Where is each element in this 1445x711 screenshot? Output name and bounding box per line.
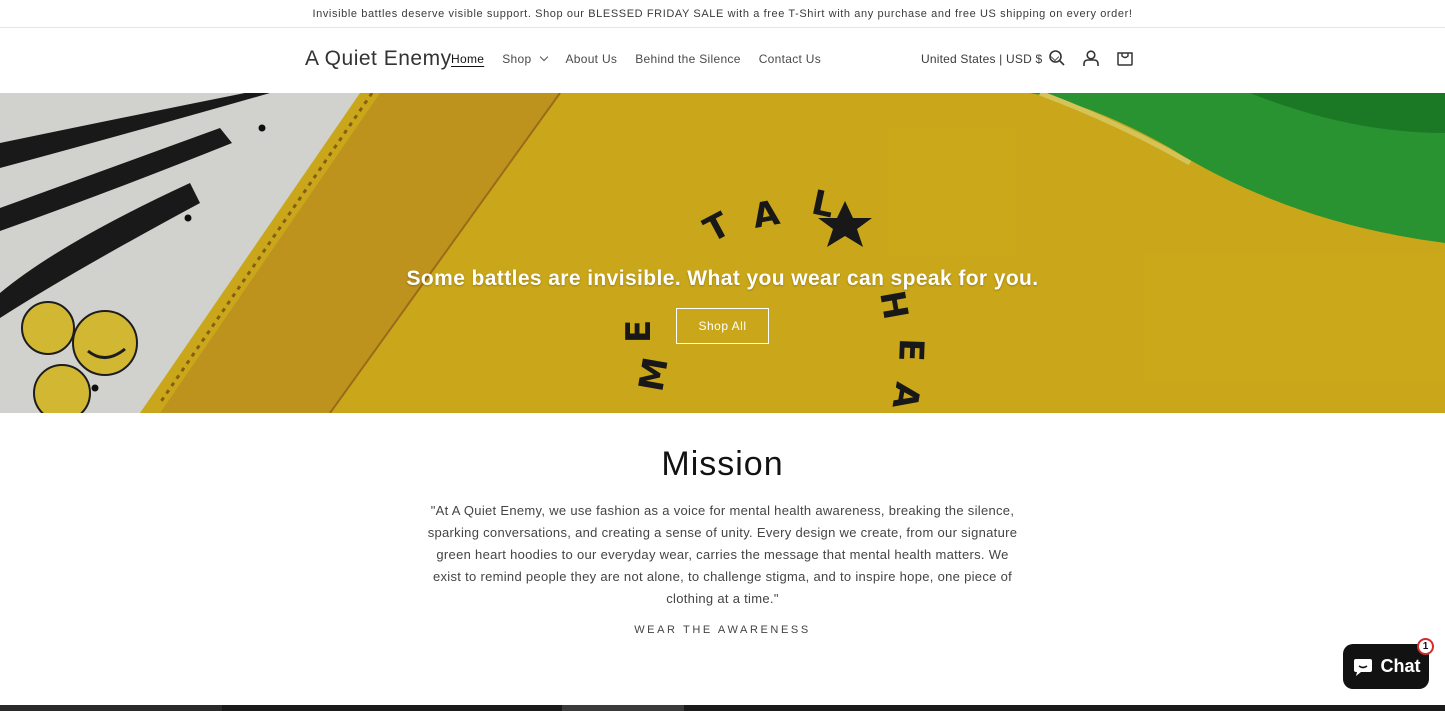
nav-item-behind-the-silence[interactable]: Behind the Silence <box>626 52 749 66</box>
nav-item-label: Behind the Silence <box>635 52 741 66</box>
mission-section: Mission "At A Quiet Enemy, we use fashio… <box>0 413 1445 638</box>
search-icon[interactable] <box>1046 46 1067 70</box>
nav-item-label: Contact Us <box>758 52 822 66</box>
chat-notification-badge: 1 <box>1417 638 1434 655</box>
chevron-down-icon <box>540 52 549 62</box>
nav-item-home[interactable]: Home <box>442 52 493 66</box>
chat-bubble-icon <box>1353 658 1372 676</box>
nav-item-label: About Us <box>565 52 618 66</box>
cart-icon[interactable] <box>1114 46 1135 70</box>
header-icons <box>1046 46 1135 70</box>
nav-item-label: Home <box>451 52 485 66</box>
hero-heading: Some battles are invisible. What you wea… <box>406 267 1039 290</box>
nav-item-label: Shop <box>502 52 532 66</box>
nav-item-shop[interactable]: Shop <box>493 52 556 66</box>
mission-text: "At A Quiet Enemy, we use fashion as a v… <box>427 503 1018 606</box>
shop-all-button[interactable]: Shop All <box>676 308 769 344</box>
chat-label: Chat <box>1380 656 1421 676</box>
mission-title: Mission <box>661 445 784 483</box>
announcement-text: Invisible battles deserve visible suppor… <box>312 7 1133 20</box>
video-thumb-edge <box>0 705 222 711</box>
site-logo[interactable]: A Quiet Enemy <box>305 47 452 71</box>
video-thumb-edge <box>562 705 684 711</box>
country-currency-selector[interactable]: United States | USD $ <box>921 52 1060 66</box>
hero-overlay <box>0 93 1445 413</box>
announcement-bar: Invisible battles deserve visible suppor… <box>0 0 1445 28</box>
main-nav: Home Shop About Us Behind the Silence Co… <box>442 52 830 66</box>
localization-label: United States | USD $ <box>921 52 1043 66</box>
chat-button[interactable]: Chat <box>1343 644 1429 689</box>
nav-item-contact-us[interactable]: Contact Us <box>750 52 830 66</box>
video-section-edge <box>0 705 1445 711</box>
account-icon[interactable] <box>1080 46 1101 70</box>
site-header: A Quiet Enemy Home Shop About Us Behind … <box>0 28 1445 93</box>
hero-banner: A T L H E A E M Some battles are invisib… <box>0 93 1445 413</box>
wear-the-awareness-link[interactable]: WEAR THE AWARENESS <box>634 624 811 636</box>
nav-item-about-us[interactable]: About Us <box>556 52 626 66</box>
